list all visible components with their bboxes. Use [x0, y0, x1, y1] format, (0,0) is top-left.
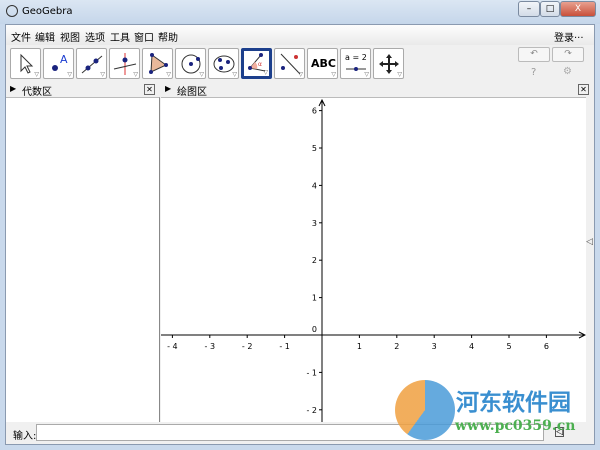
login-link[interactable]: 登录···	[554, 29, 584, 44]
x-tick-label: - 1	[279, 342, 290, 351]
tool-move-graphics-view[interactable]: ▽	[373, 48, 404, 79]
text-tool-label: ABC	[311, 57, 336, 70]
y-tick-label: 4	[312, 181, 317, 190]
tool-slider[interactable]: a = 2 ▽	[340, 48, 371, 79]
input-label: 输入:	[13, 431, 37, 442]
tool-perpendicular[interactable]: ▽	[109, 48, 140, 79]
algebra-header: ▶ 代数区 ✕	[6, 83, 160, 98]
close-graphics-button[interactable]: ✕	[578, 84, 589, 95]
x-tick-label: - 3	[205, 342, 216, 351]
undo-button[interactable]: ↶	[518, 47, 550, 62]
window-title: GeoGebra	[22, 6, 73, 17]
title-bar: GeoGebra – □ X	[0, 0, 600, 24]
menu-bar: 文件 编辑 视图 选项 工具 窗口 帮助 登录···	[6, 25, 594, 45]
x-tick-label: - 4	[167, 342, 178, 351]
menu-view[interactable]: 视图	[60, 29, 80, 44]
coordinate-axes: - 4 - 3 - 2 - 1 1 2 3 4 5 6 6 5 4 3 2 1 - 1 - 2 0	[161, 98, 586, 422]
tool-polygon[interactable]: ▽	[142, 48, 173, 79]
tool-line[interactable]: ▽	[76, 48, 107, 79]
settings-icon[interactable]: ⚙	[563, 66, 572, 77]
tool-move[interactable]: ▽	[10, 48, 41, 79]
graphics-title: 绘图区	[177, 87, 207, 98]
x-tick-label: 3	[432, 342, 437, 351]
y-tick-label: 2	[312, 256, 317, 265]
close-button[interactable]: X	[560, 1, 596, 17]
graphics-header: ▶ 绘图区 ✕	[161, 83, 594, 98]
x-tick-label: 6	[544, 342, 549, 351]
menu-window[interactable]: 窗口	[134, 29, 154, 44]
tool-angle[interactable]: α ▽	[241, 48, 272, 79]
y-tick-label: 6	[312, 107, 317, 116]
maximize-button[interactable]: □	[540, 1, 560, 17]
tool-point[interactable]: A ▽	[43, 48, 74, 79]
collapse-triangle-icon[interactable]: ▶	[165, 84, 171, 93]
x-tick-label: 5	[506, 342, 511, 351]
minimize-button[interactable]: –	[518, 1, 540, 17]
watermark-logo-icon	[395, 380, 455, 440]
tool-reflect[interactable]: ▽	[274, 48, 305, 79]
y-tick-label: 5	[312, 144, 317, 153]
menu-options[interactable]: 选项	[85, 29, 105, 44]
y-tick-label: - 2	[306, 406, 317, 415]
menu-tools[interactable]: 工具	[110, 29, 130, 44]
graphics-view[interactable]: - 4 - 3 - 2 - 1 1 2 3 4 5 6 6 5 4 3 2 1 - 1 - 2 0	[161, 97, 586, 422]
menu-file[interactable]: 文件	[11, 29, 31, 44]
y-tick-label: 1	[312, 294, 317, 303]
tool-text[interactable]: ABC ▽	[307, 48, 338, 79]
geogebra-logo-icon	[6, 5, 18, 17]
svg-text:A: A	[60, 53, 68, 66]
collapse-triangle-icon[interactable]: ▶	[10, 84, 16, 93]
x-tick-label: - 2	[242, 342, 253, 351]
origin-label: 0	[312, 325, 317, 334]
redo-button[interactable]: ↷	[552, 47, 584, 62]
svg-text:α: α	[258, 61, 262, 68]
side-panel-toggle-icon[interactable]: ◁	[586, 237, 593, 247]
tool-circle[interactable]: ▽	[175, 48, 206, 79]
y-tick-label: - 1	[306, 368, 317, 377]
watermark-url: www.pc0359.cn	[455, 418, 576, 434]
watermark-name: 河东软件园	[456, 389, 571, 416]
algebra-title: 代数区	[22, 87, 52, 98]
x-tick-label: 2	[394, 342, 399, 351]
algebra-view[interactable]	[6, 97, 160, 422]
tool-conic[interactable]: ▽	[208, 48, 239, 79]
x-tick-label: 4	[469, 342, 474, 351]
help-icon[interactable]: ?	[531, 67, 536, 78]
y-tick-label: 3	[312, 219, 317, 228]
menu-help[interactable]: 帮助	[158, 29, 178, 44]
menu-edit[interactable]: 编辑	[35, 29, 55, 44]
toolbar: ▽ A ▽ ▽ ▽ ▽ ▽ ▽ α ▽ ▽ ABC ▽ a = 2 ▽ ▽ ↶ ↷ ? …	[6, 45, 594, 83]
x-tick-label: 1	[357, 342, 362, 351]
close-algebra-button[interactable]: ✕	[144, 84, 155, 95]
app-window: 文件 编辑 视图 选项 工具 窗口 帮助 登录··· ▽ A ▽ ▽ ▽ ▽ ▽ …	[5, 24, 595, 445]
